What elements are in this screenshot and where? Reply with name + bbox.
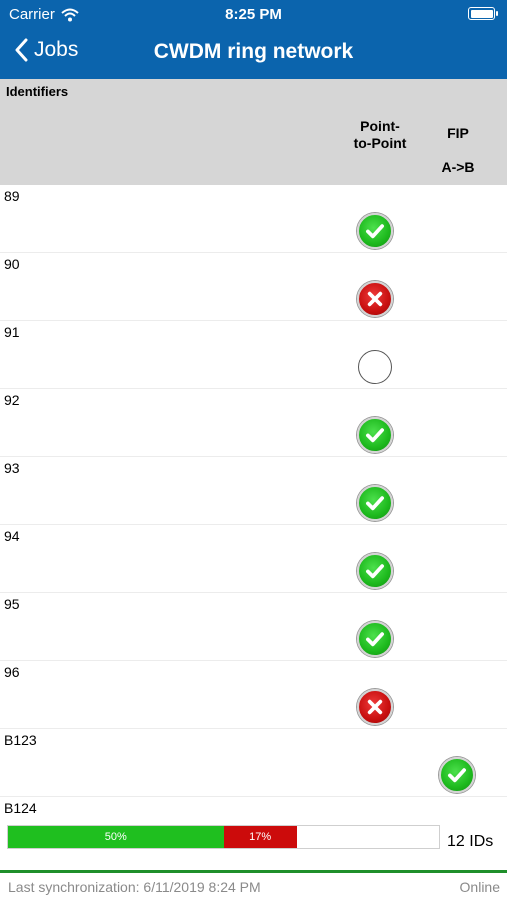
check-circle-icon <box>357 553 393 589</box>
top-bar: Carrier 8:25 PM Jobs CWDM ring network <box>0 0 507 79</box>
row-identifier: B123 <box>4 732 37 748</box>
row-identifier: 90 <box>4 256 20 272</box>
point-to-point-result[interactable] <box>357 281 395 319</box>
table-row[interactable]: B124 <box>0 797 507 823</box>
point-to-point-result[interactable] <box>357 553 395 591</box>
row-identifier: 96 <box>4 664 20 680</box>
column-header-point-to-point-line2: to-Point <box>353 135 407 151</box>
table-row[interactable]: 89 <box>0 185 507 253</box>
point-to-point-result[interactable] <box>357 213 395 251</box>
row-identifier: 89 <box>4 188 20 204</box>
table-row[interactable]: 94 <box>0 525 507 593</box>
status-bar: Carrier 8:25 PM <box>0 0 507 28</box>
battery-icon <box>468 7 498 20</box>
row-identifier: 91 <box>4 324 20 340</box>
column-header-point-to-point-line1: Point- <box>360 118 400 134</box>
fip-result[interactable] <box>439 213 477 251</box>
row-identifier: B124 <box>4 800 37 816</box>
connection-status: Online <box>459 879 500 895</box>
fip-result[interactable] <box>439 281 477 319</box>
row-identifier: 95 <box>4 596 20 612</box>
fip-result[interactable] <box>439 349 477 387</box>
point-to-point-result[interactable] <box>357 349 395 387</box>
check-circle-icon <box>357 417 393 453</box>
page-title: CWDM ring network <box>153 40 354 63</box>
navigation-bar: Jobs CWDM ring network <box>0 30 507 76</box>
check-circle-icon <box>439 757 475 793</box>
point-to-point-result[interactable] <box>357 621 395 659</box>
results-progress-bar: 50% 17% <box>7 825 440 849</box>
table-row[interactable]: 96 <box>0 661 507 729</box>
fip-result[interactable] <box>439 417 477 455</box>
row-identifier: 93 <box>4 460 20 476</box>
fip-result[interactable] <box>439 553 477 591</box>
footer-divider <box>0 870 507 873</box>
column-header-identifiers: Identifiers <box>6 84 69 99</box>
empty-circle-icon <box>358 350 392 384</box>
fip-result[interactable] <box>439 485 477 523</box>
table-row[interactable]: B123 <box>0 729 507 797</box>
check-circle-icon <box>357 213 393 249</box>
fip-result[interactable] <box>439 757 477 795</box>
check-circle-icon <box>357 485 393 521</box>
table-header: Identifiers Point- to-Point FIP A->B <box>0 79 507 185</box>
point-to-point-result[interactable] <box>357 485 395 523</box>
identifier-list: 89 90 91 92 93 94 95 96 B123 B124 <box>0 185 507 823</box>
row-identifier: 94 <box>4 528 20 544</box>
progress-pass-segment: 50% <box>8 826 224 848</box>
progress-fail-label: 17% <box>249 831 272 843</box>
fip-result[interactable] <box>439 621 477 659</box>
x-circle-icon <box>357 689 393 725</box>
table-row[interactable]: 92 <box>0 389 507 457</box>
point-to-point-result[interactable] <box>357 417 395 455</box>
last-sync-status: Last synchronization: 6/11/2019 8:24 PM <box>8 879 261 895</box>
x-circle-icon <box>357 281 393 317</box>
column-header-fip-direction: A->B <box>441 159 475 175</box>
table-row[interactable]: 93 <box>0 457 507 525</box>
progress-fail-segment: 17% <box>223 826 297 848</box>
point-to-point-result[interactable] <box>357 757 395 795</box>
table-row[interactable]: 95 <box>0 593 507 661</box>
point-to-point-result[interactable] <box>357 689 395 727</box>
row-identifier: 92 <box>4 392 20 408</box>
fip-result[interactable] <box>439 689 477 727</box>
column-header-fip: FIP <box>447 125 469 141</box>
id-count: 12 IDs <box>447 833 494 850</box>
table-row[interactable]: 90 <box>0 253 507 321</box>
table-row[interactable]: 91 <box>0 321 507 389</box>
progress-pass-label: 50% <box>104 831 127 843</box>
check-circle-icon <box>357 621 393 657</box>
column-header-point-to-point: Point- to-Point <box>340 118 420 152</box>
status-time: 8:25 PM <box>225 6 282 23</box>
